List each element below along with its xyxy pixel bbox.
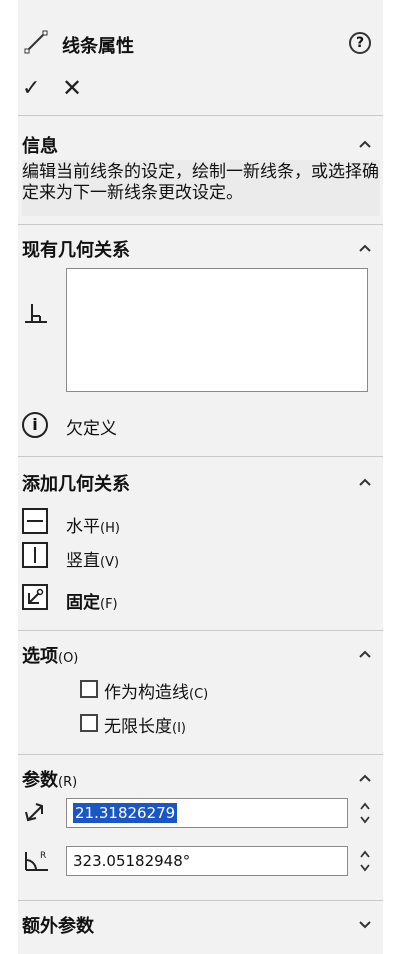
angle-input[interactable]: 323.05182948° — [66, 846, 348, 876]
chevron-up-icon[interactable] — [357, 240, 373, 256]
angle-icon: R — [25, 851, 48, 871]
property-manager-panel: 线条属性 ? ✓ ✕ 信息 编辑当前线条的设定，绘制一新线条，或选择确定来为下一… — [18, 0, 383, 954]
parameters-title[interactable]: 参数(R) — [22, 766, 77, 792]
chevron-up-icon[interactable] — [357, 770, 373, 786]
panel-header: 线条属性 ? ✓ ✕ — [18, 20, 383, 110]
divider — [18, 900, 383, 901]
fix-icon — [28, 588, 44, 604]
help-icon[interactable]: ? — [349, 32, 371, 54]
info-icon: i — [22, 412, 48, 438]
fix-relation-button[interactable] — [22, 584, 48, 610]
infinite-length-checkbox[interactable] — [80, 714, 98, 732]
svg-text:R: R — [40, 851, 46, 861]
info-message: 编辑当前线条的设定，绘制一新线条，或选择确定来为下一新线条更改设定。 — [22, 160, 380, 216]
vertical-label: 竖直(V) — [66, 551, 120, 571]
divider — [18, 115, 383, 116]
line-tool-icon — [24, 30, 48, 54]
construction-label[interactable]: 作为构造线(C) — [104, 678, 208, 703]
fix-label: 固定(F) — [66, 593, 118, 613]
chevron-up-icon[interactable] — [357, 136, 373, 152]
chevron-down-icon[interactable] — [357, 916, 373, 932]
angle-spinner-icon[interactable] — [357, 846, 373, 876]
existing-relations-list[interactable] — [66, 268, 368, 392]
horizontal-relation-button[interactable] — [22, 508, 48, 534]
horizontal-icon — [27, 520, 43, 522]
construction-checkbox[interactable] — [80, 680, 98, 698]
horizontal-label: 水平(H) — [66, 517, 120, 537]
vertical-relation-button[interactable] — [22, 542, 48, 568]
infinite-length-label[interactable]: 无限长度(I) — [104, 712, 186, 737]
vertical-icon — [34, 547, 36, 563]
length-icon — [25, 803, 43, 822]
add-relations-title[interactable]: 添加几何关系 — [22, 470, 130, 496]
divider — [18, 754, 383, 755]
existing-relations-title[interactable]: 现有几何关系 — [22, 236, 130, 262]
relation-icon — [25, 304, 47, 323]
extra-parameters-title[interactable]: 额外参数 — [22, 912, 94, 938]
chevron-up-icon[interactable] — [357, 474, 373, 490]
length-input[interactable]: 21.31826279 — [66, 798, 348, 828]
cancel-button[interactable]: ✕ — [62, 74, 82, 102]
divider — [18, 224, 383, 225]
ok-button[interactable]: ✓ — [22, 76, 40, 101]
info-section-title[interactable]: 信息 — [22, 132, 58, 158]
length-spinner-icon[interactable] — [357, 798, 373, 828]
divider — [18, 456, 383, 457]
panel-title: 线条属性 — [62, 36, 134, 57]
options-title[interactable]: 选项(O) — [22, 642, 78, 668]
chevron-up-icon[interactable] — [357, 646, 373, 662]
divider — [18, 630, 383, 631]
definition-status: 欠定义 — [66, 419, 117, 439]
